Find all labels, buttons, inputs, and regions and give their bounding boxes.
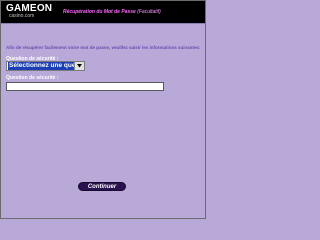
password-recovery-window: GAMEON casino.com Récupération du Mot de… [0,0,206,219]
security-answer-label: Question de sécurité : [6,75,59,81]
chevron-down-icon[interactable] [74,62,84,70]
security-question-selected-value: Sélectionnez une question [8,62,77,70]
header-divider [1,23,205,24]
page-title: Récupération du Mot de Passe (Facultatif… [63,9,161,15]
game-on-logo: GAMEON casino.com [6,3,58,21]
security-question-select[interactable]: Sélectionnez une question [6,61,85,71]
logo-subtext: casino.com [9,13,35,19]
header-bar: GAMEON casino.com Récupération du Mot de… [1,1,205,23]
page-title-suffix: (Facultatif) [137,9,161,15]
logo-text-on: ON [36,3,53,14]
chevron-down-icon-graphic [77,64,82,68]
security-answer-input[interactable] [6,82,164,91]
continue-button[interactable]: Continuer [78,182,126,191]
page-title-text: Récupération du Mot de Passe [63,9,136,15]
intro-text: Afin de récupérer facilement votre mot d… [6,45,201,50]
